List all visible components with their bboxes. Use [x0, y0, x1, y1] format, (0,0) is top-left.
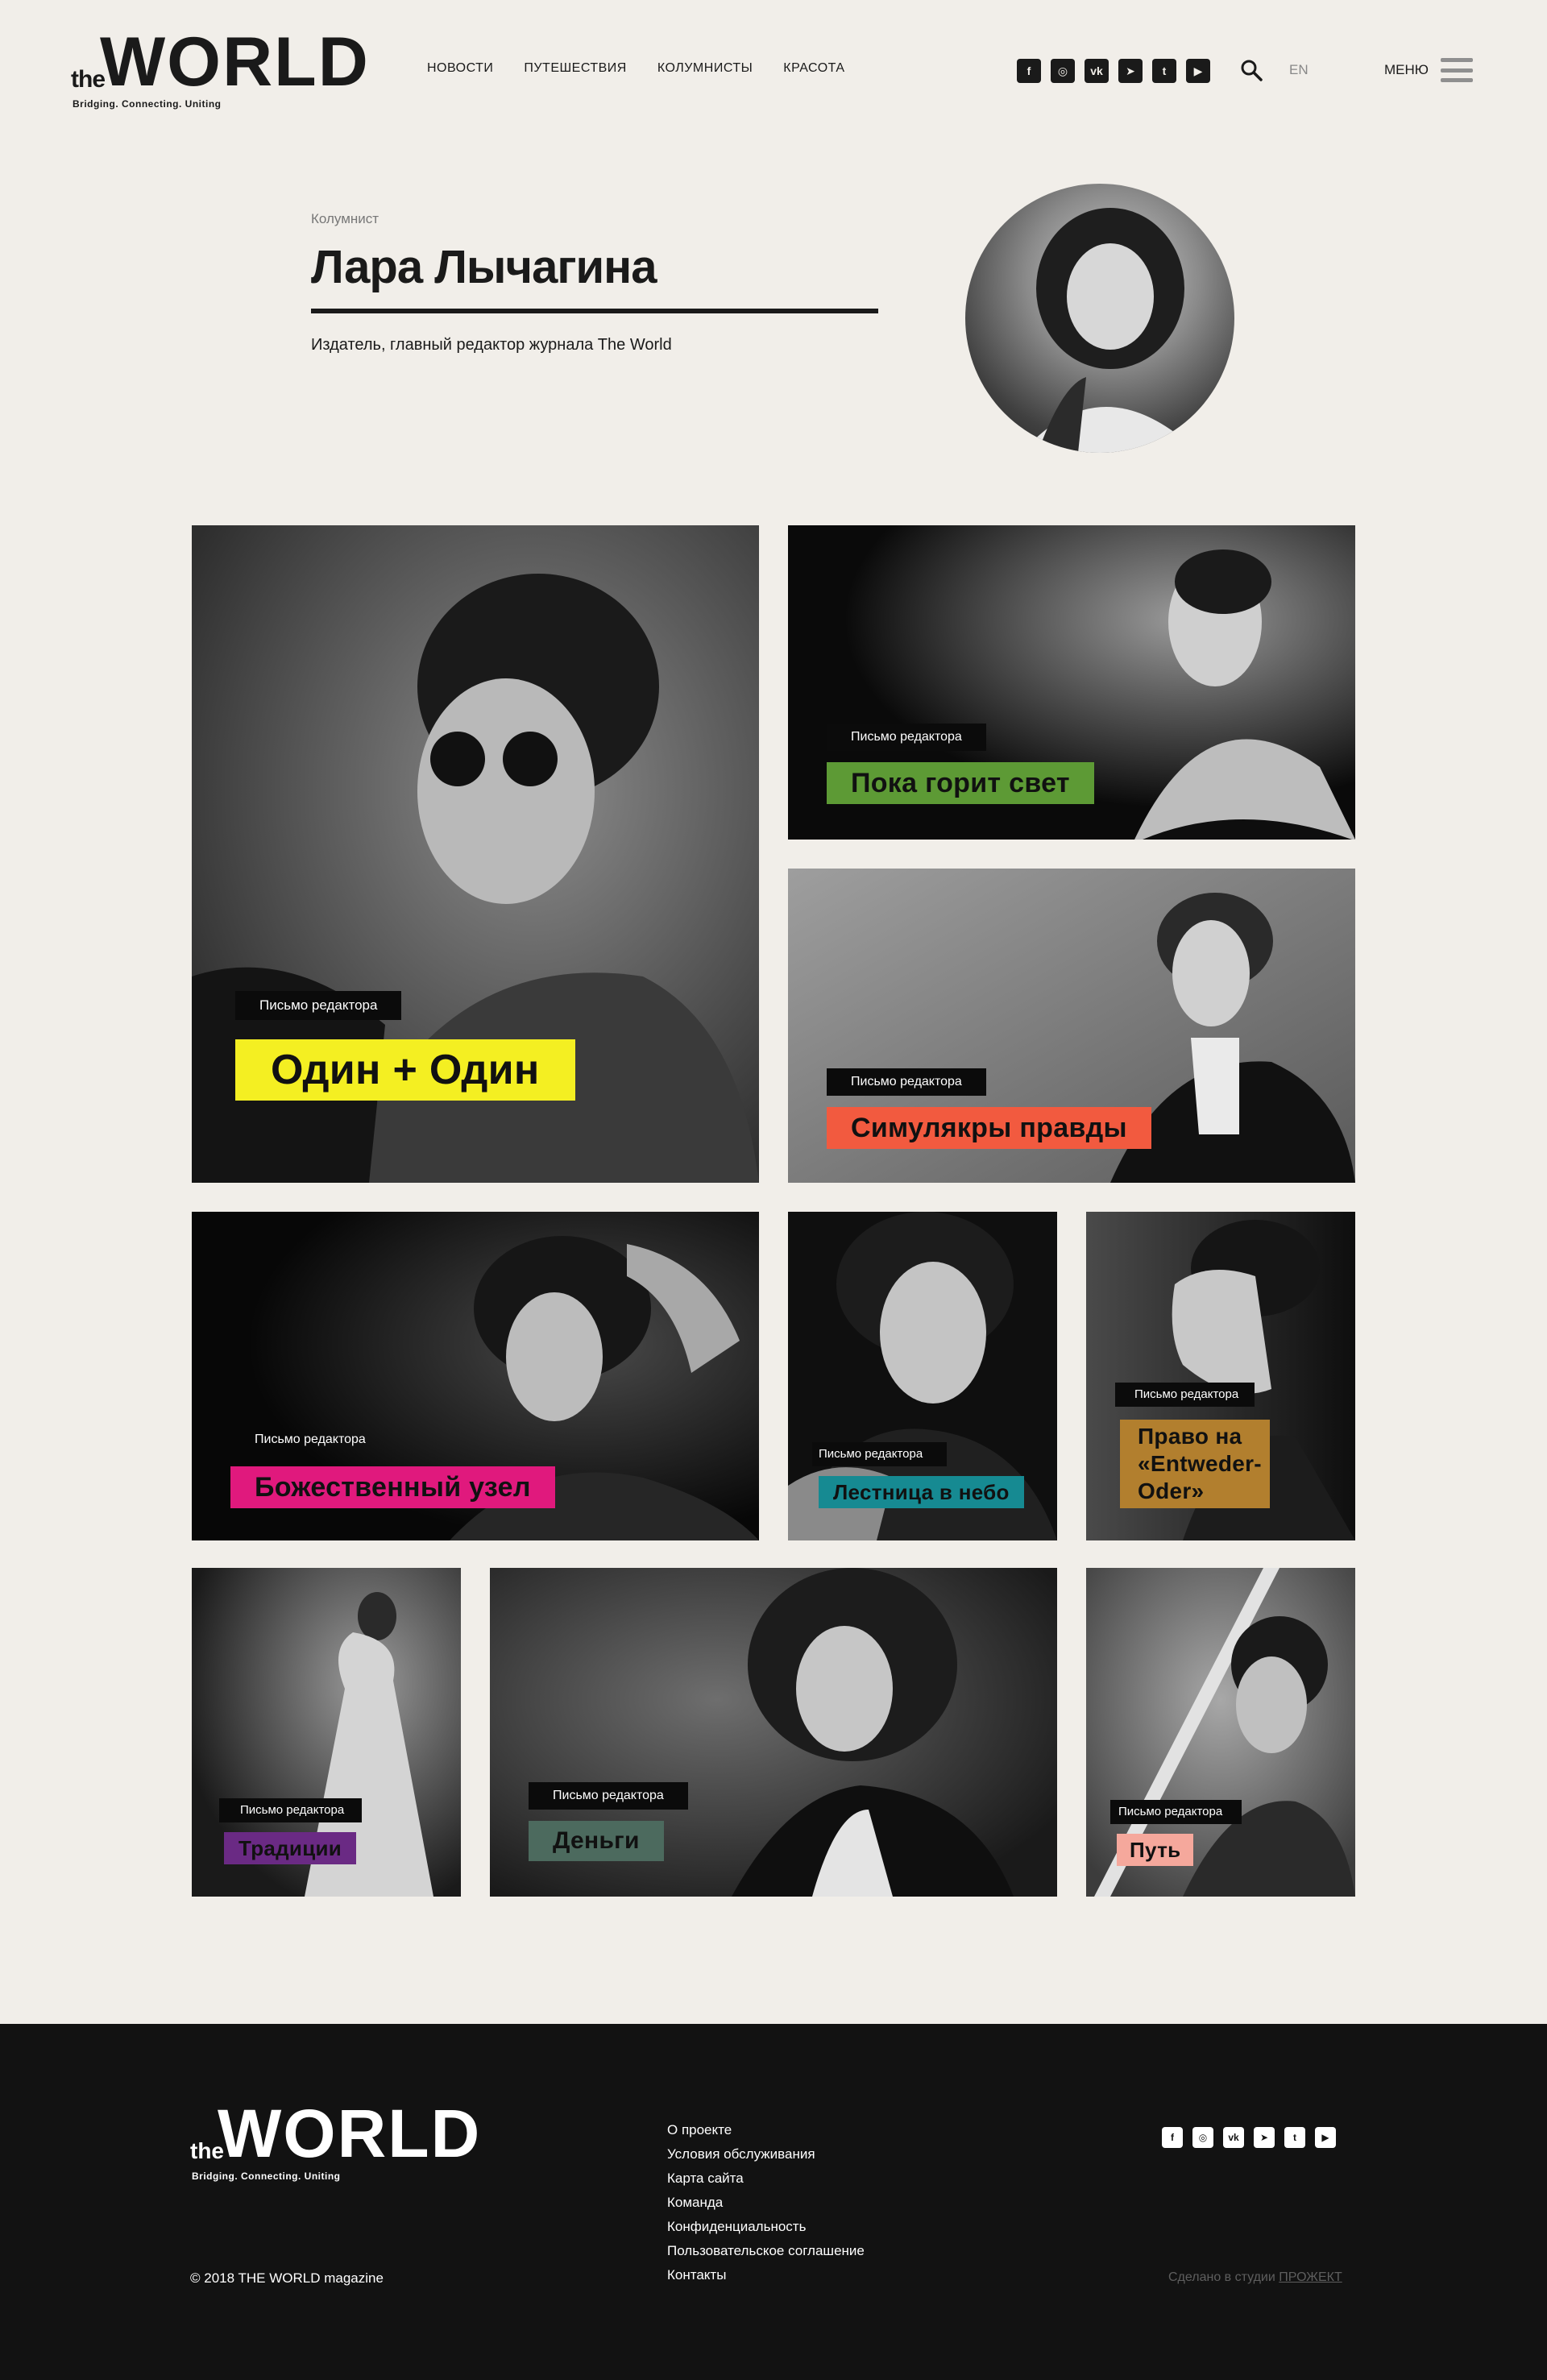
article-card-path[interactable]: Письмо редактора Путь	[1086, 1568, 1355, 1897]
vk-icon[interactable]: vk	[1085, 59, 1109, 83]
youtube-icon[interactable]: ▶	[1186, 59, 1210, 83]
main-nav: НОВОСТИ ПУТЕШЕСТВИЯ КОЛУМНИСТЫ КРАСОТА	[427, 61, 845, 76]
nav-beauty[interactable]: КРАСОТА	[783, 61, 844, 76]
card-title: Божественный узел	[230, 1466, 555, 1508]
card-kicker: Письмо редактора	[827, 724, 986, 751]
header-social: f ◎ vk ➤ t ▶	[1017, 59, 1210, 83]
site-footer: the WORLD Bridging. Connecting. Uniting …	[0, 2024, 1547, 2380]
card-kicker: Письмо редактора	[1115, 1383, 1255, 1407]
article-card-divine-knot[interactable]: Письмо редактора Божественный узел	[192, 1212, 759, 1540]
card-title: Лестница в небо	[819, 1476, 1024, 1508]
search-icon[interactable]	[1239, 58, 1263, 82]
logo-tagline: Bridging. Connecting. Uniting	[192, 2171, 341, 2182]
article-card-simulacra[interactable]: Письмо редактора Симулякры правды	[788, 869, 1355, 1183]
made-by-text: Сделано в студии	[1168, 2270, 1275, 2284]
facebook-icon[interactable]: f	[1162, 2127, 1183, 2148]
logo-world: WORLD	[100, 23, 370, 101]
author-role: Колумнист	[311, 211, 379, 226]
article-card-stairway[interactable]: Письмо редактора Лестница в небо	[788, 1212, 1057, 1540]
author-name: Лара Лычагина	[311, 241, 657, 293]
card-kicker: Письмо редактора	[255, 1433, 366, 1446]
telegram-icon[interactable]: ➤	[1254, 2127, 1275, 2148]
nav-travel[interactable]: ПУТЕШЕСТВИЯ	[524, 61, 626, 76]
card-title: Симулякры правды	[827, 1107, 1151, 1149]
site-logo[interactable]: the WORLD Bridging. Connecting. Uniting	[71, 27, 368, 116]
logo-world: WORLD	[218, 2096, 482, 2171]
card-title: Деньги	[529, 1821, 664, 1861]
studio-link[interactable]: ПРОЖЕКТ	[1279, 2270, 1342, 2284]
card-kicker: Письмо редактора	[235, 991, 402, 1020]
footer-link-privacy[interactable]: Конфиденциальность	[667, 2219, 865, 2235]
youtube-icon[interactable]: ▶	[1315, 2127, 1336, 2148]
card-title: Путь	[1117, 1834, 1194, 1866]
copyright: © 2018 THE WORLD magazine	[190, 2270, 384, 2286]
footer-link-sitemap[interactable]: Карта сайта	[667, 2171, 865, 2187]
article-card-one-plus-one[interactable]: Письмо редактора Один + Один	[192, 525, 759, 1183]
article-card-traditions[interactable]: Письмо редактора Традиции	[192, 1568, 461, 1897]
article-card-while-light-burns[interactable]: Письмо редактора Пока горит свет	[788, 525, 1355, 840]
author-avatar	[965, 184, 1234, 453]
footer-logo[interactable]: the WORLD Bridging. Connecting. Uniting	[190, 2100, 480, 2188]
author-description: Издатель, главный редактор журнала The W…	[311, 336, 672, 354]
instagram-icon[interactable]: ◎	[1051, 59, 1075, 83]
author-divider	[311, 309, 878, 313]
footer-link-user-agreement[interactable]: Пользовательское соглашение	[667, 2243, 865, 2259]
vk-icon[interactable]: vk	[1223, 2127, 1244, 2148]
card-kicker: Письмо редактора	[827, 1068, 986, 1096]
article-card-entweder-oder[interactable]: Письмо редактора Право на «Entweder-Oder…	[1086, 1212, 1355, 1540]
site-header: the WORLD Bridging. Connecting. Uniting …	[0, 0, 1547, 129]
card-kicker: Письмо редактора	[1110, 1800, 1242, 1824]
telegram-icon[interactable]: ➤	[1118, 59, 1143, 83]
footer-link-about[interactable]: О проекте	[667, 2122, 865, 2138]
card-kicker: Письмо редактора	[812, 1442, 948, 1466]
twitter-icon[interactable]: t	[1284, 2127, 1305, 2148]
footer-link-contacts[interactable]: Контакты	[667, 2267, 865, 2283]
author-info: Колумнист Лара Лычагина Издатель, главны…	[311, 211, 891, 355]
menu-label[interactable]: МЕНЮ	[1384, 62, 1429, 78]
footer-link-terms[interactable]: Условия обслуживания	[667, 2146, 865, 2162]
article-card-money[interactable]: Письмо редактора Деньги	[490, 1568, 1057, 1897]
made-by: Сделано в студии ПРОЖЕКТ	[1168, 2270, 1342, 2285]
card-kicker: Письмо редактора	[219, 1798, 363, 1822]
footer-link-team[interactable]: Команда	[667, 2195, 865, 2211]
card-title: Право на «Entweder-Oder»	[1120, 1420, 1270, 1508]
instagram-icon[interactable]: ◎	[1192, 2127, 1213, 2148]
logo-tagline: Bridging. Connecting. Uniting	[73, 98, 222, 110]
footer-links: О проекте Условия обслуживания Карта сай…	[667, 2122, 865, 2283]
footer-social: f ◎ vk ➤ t ▶	[1162, 2127, 1336, 2148]
hamburger-menu-icon[interactable]	[1441, 58, 1473, 82]
card-title: Пока горит свет	[827, 762, 1094, 804]
language-switch[interactable]: EN	[1289, 62, 1309, 78]
card-kicker: Письмо редактора	[529, 1782, 688, 1810]
facebook-icon[interactable]: f	[1017, 59, 1041, 83]
card-title: Один + Один	[235, 1039, 575, 1101]
nav-news[interactable]: НОВОСТИ	[427, 61, 493, 76]
card-title: Традиции	[224, 1832, 357, 1864]
nav-columnists[interactable]: КОЛУМНИСТЫ	[657, 61, 753, 76]
twitter-icon[interactable]: t	[1152, 59, 1176, 83]
